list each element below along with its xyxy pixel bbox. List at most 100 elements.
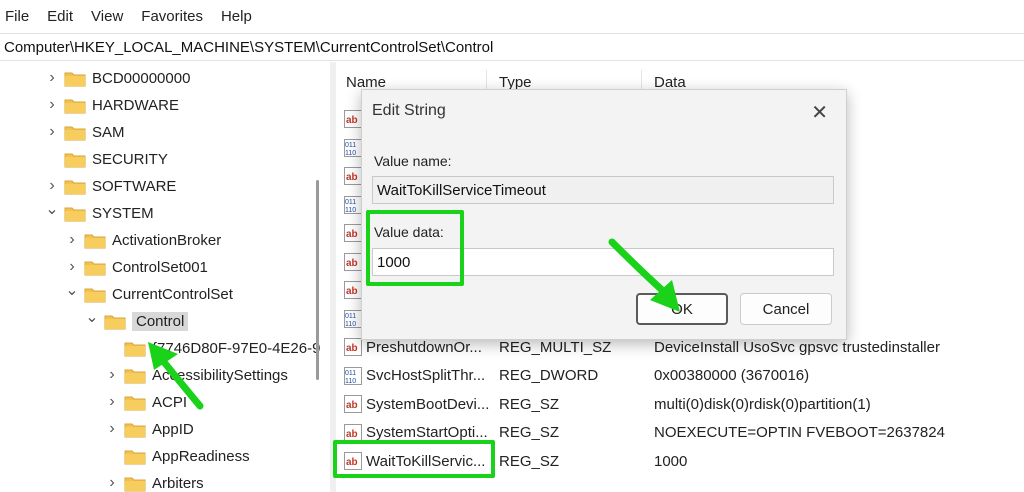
menu-favorites[interactable]: Favorites	[141, 8, 203, 25]
menu-view[interactable]: View	[91, 8, 123, 25]
menu-bar: File Edit View Favorites Help	[0, 0, 1024, 32]
binary-value-icon: 011 110	[344, 138, 362, 157]
string-value-icon: ab	[344, 252, 362, 271]
folder-icon	[64, 151, 86, 168]
chevron-right-icon[interactable]: ›	[44, 177, 60, 194]
value-name-field[interactable]	[372, 176, 834, 204]
folder-icon	[124, 448, 146, 465]
tree-item[interactable]: ⌄ CurrentControlSet	[64, 282, 233, 306]
svg-text:ab: ab	[346, 400, 358, 411]
chevron-down-icon[interactable]: ⌄	[84, 309, 100, 326]
cancel-button[interactable]: Cancel	[740, 293, 832, 325]
cell-type: REG_SZ	[499, 452, 560, 470]
tree-scrollbar[interactable]	[316, 180, 319, 380]
tree-item[interactable]: › SOFTWARE	[44, 174, 176, 198]
cell-data: multi(0)disk(0)rdisk(0)partition(1)	[654, 395, 871, 413]
table-row[interactable]: 011 110 SvcHostSplitThr... REG_DWORD 0x00380…	[336, 363, 1024, 389]
tree-item[interactable]: AppReadiness	[104, 444, 250, 468]
tree-item[interactable]: › BCD00000000	[44, 66, 190, 90]
cell-type: REG_SZ	[499, 395, 560, 413]
tree-item-label: ActivationBroker	[112, 231, 222, 249]
folder-icon	[64, 124, 86, 141]
highlight-box-list-row	[333, 440, 495, 478]
tree-item[interactable]: › ActivationBroker	[64, 228, 221, 252]
binary-value-icon: 011 110	[344, 309, 362, 328]
tree-item[interactable]: › SAM	[44, 120, 125, 144]
cell-data: DeviceInstall UsoSvc gpsvc trustedinstal…	[654, 338, 940, 356]
cell-data: NOEXECUTE=OPTIN FVEBOOT=2637824	[654, 424, 945, 441]
folder-icon	[124, 421, 146, 438]
tree-item[interactable]: ⌄ SYSTEM	[44, 201, 154, 225]
svg-text:ab: ab	[346, 343, 358, 354]
menu-edit[interactable]: Edit	[47, 8, 73, 25]
tree-item-label: BCD00000000	[92, 69, 191, 87]
svg-text:011: 011	[345, 370, 356, 377]
chevron-down-icon[interactable]: ⌄	[64, 282, 80, 299]
folder-icon	[64, 178, 86, 195]
chevron-down-icon[interactable]: ⌄	[44, 201, 60, 218]
tree-item-label: Arbiters	[152, 474, 204, 492]
close-icon[interactable]: ✕	[811, 100, 828, 125]
svg-text:ab: ab	[346, 115, 358, 126]
string-value-icon: ab	[344, 110, 362, 128]
tree-item[interactable]: SECURITY	[44, 147, 168, 171]
string-value-icon: ab	[344, 423, 362, 442]
chevron-right-icon[interactable]: ›	[104, 474, 120, 491]
chevron-right-icon[interactable]: ›	[44, 123, 60, 140]
chevron-right-icon[interactable]: ›	[104, 366, 120, 383]
chevron-right-icon[interactable]: ›	[64, 258, 80, 275]
tree-item-label: SAM	[92, 123, 125, 141]
tree-item-label: SYSTEM	[92, 204, 154, 222]
folder-icon	[84, 286, 106, 303]
chevron-right-icon[interactable]: ›	[44, 96, 60, 113]
svg-text:110: 110	[345, 150, 356, 157]
binary-value-icon: 011 110	[344, 366, 362, 385]
arrow-to-ok-icon	[608, 238, 680, 312]
tree-item-label: SOFTWARE	[92, 177, 177, 195]
svg-text:ab: ab	[346, 229, 358, 240]
folder-icon	[64, 97, 86, 114]
control-selection-marker	[100, 308, 188, 336]
menu-file[interactable]: File	[5, 8, 29, 25]
tree-item[interactable]: › ControlSet001	[64, 255, 208, 279]
svg-text:011: 011	[345, 313, 356, 320]
svg-text:011: 011	[345, 142, 356, 149]
tree-item[interactable]: › AppID	[104, 417, 194, 441]
chevron-right-icon[interactable]: ›	[104, 393, 120, 410]
chevron-right-icon[interactable]: ›	[64, 231, 80, 248]
folder-icon	[84, 232, 106, 249]
dialog-title: Edit String	[372, 102, 446, 119]
svg-text:ab: ab	[346, 172, 358, 183]
address-bar[interactable]: Computer\HKEY_LOCAL_MACHINE\SYSTEM\Curre…	[0, 33, 1024, 61]
folder-icon	[124, 475, 146, 492]
folder-icon	[84, 259, 106, 276]
tree-item-label: AppReadiness	[152, 447, 250, 465]
address-path: Computer\HKEY_LOCAL_MACHINE\SYSTEM\Curre…	[4, 38, 494, 56]
svg-text:ab: ab	[346, 286, 358, 297]
cell-name: SystemStartOpti...	[366, 424, 488, 441]
tree-item[interactable]: › Arbiters	[104, 471, 204, 492]
cell-name: SvcHostSplitThr...	[366, 367, 486, 384]
menu-help[interactable]: Help	[221, 8, 252, 25]
tree-item[interactable]: › HARDWARE	[44, 93, 179, 117]
cell-type: REG_DWORD	[499, 367, 599, 384]
tree-item-label: AppID	[152, 420, 194, 438]
cell-data: 0x00380000 (3670016)	[654, 367, 810, 384]
chevron-right-icon[interactable]: ›	[104, 420, 120, 437]
cell-name: PreshutdownOr...	[366, 338, 482, 356]
value-name-label: Value name:	[374, 153, 452, 169]
svg-text:110: 110	[345, 207, 356, 214]
string-value-icon: ab	[344, 281, 362, 299]
chevron-right-icon[interactable]: ›	[44, 69, 60, 86]
cell-type: REG_MULTI_SZ	[499, 338, 612, 356]
highlight-box-value-data	[366, 210, 464, 286]
table-row[interactable]: ab SystemBootDevi... REG_SZ multi(0)disk(0)…	[336, 391, 1024, 417]
svg-text:110: 110	[345, 378, 356, 385]
arrow-to-control-icon	[148, 342, 204, 410]
tree-item-label: HARDWARE	[92, 96, 179, 114]
string-value-icon: ab	[344, 167, 362, 185]
svg-text:011: 011	[345, 199, 356, 206]
